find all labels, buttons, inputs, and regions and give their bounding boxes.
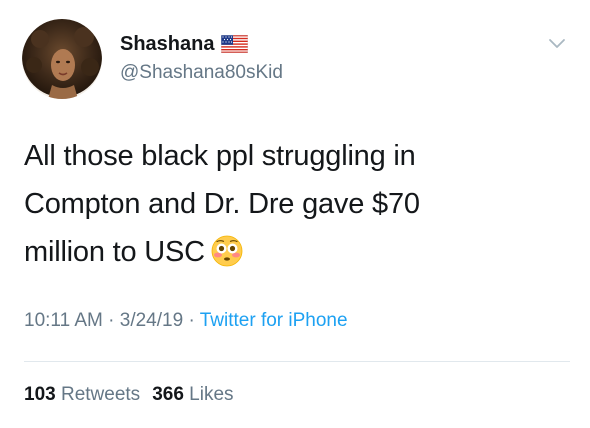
tweet-card: Shashana @Shashana80sKid All those black… [0,0,590,428]
display-name-row: Shashana [120,31,249,57]
display-name[interactable]: Shashana [120,33,214,56]
meta-separator: · [102,310,120,331]
retweets-count: 103 [24,384,56,405]
flushed-face-icon [211,235,243,267]
tweet-text: All those black ppl struggling in Compto… [24,132,569,276]
likes-stat[interactable]: 366 Likes [152,384,233,405]
tweet-text-line: million to USC [24,228,569,276]
tweet-text-line-content: million to USC [24,236,205,268]
tweet-source-link[interactable]: Twitter for iPhone [200,310,348,331]
tweet-meta: 10:11 AM · 3/24/19 · Twitter for iPhone [24,310,348,332]
tweet-date[interactable]: 3/24/19 [120,310,183,331]
retweets-label: Retweets [60,384,141,405]
chevron-down-icon[interactable] [548,38,566,50]
divider [24,361,570,362]
likes-count: 366 [152,384,184,405]
tweet-text-line: All those black ppl struggling in [24,140,416,172]
likes-label: Likes [189,384,234,405]
tweet-time[interactable]: 10:11 AM [24,310,103,331]
us-flag-icon [221,35,249,53]
tweet-text-line: Compton and Dr. Dre gave $70 [24,188,420,220]
user-handle[interactable]: @Shashana80sKid [120,62,283,84]
retweets-stat[interactable]: 103 Retweets [24,384,140,405]
tweet-stats: 103 Retweets 366 Likes [24,384,234,406]
avatar[interactable] [22,19,102,99]
meta-separator: · [183,310,200,331]
